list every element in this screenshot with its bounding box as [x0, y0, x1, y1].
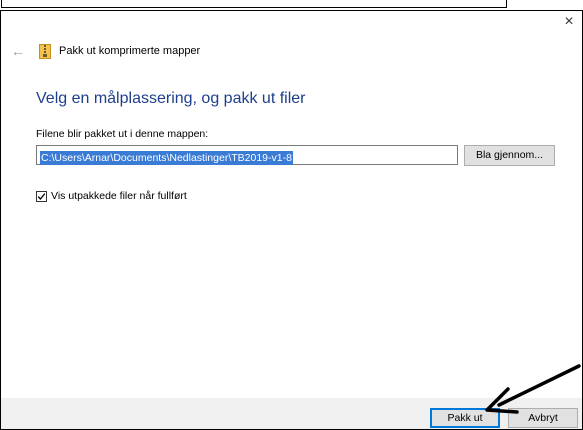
show-files-label: Vis utpakkede filer når fullført	[51, 190, 187, 202]
checkmark-icon	[37, 192, 46, 200]
previous-window-strip	[0, 0, 583, 10]
extract-dialog: × ← Pakk ut komprimerte mapper Velg en m…	[0, 10, 583, 430]
show-files-checkbox[interactable]	[36, 190, 47, 202]
dialog-footer: Pakk ut Avbryt	[1, 398, 582, 429]
extract-button[interactable]: Pakk ut	[430, 408, 500, 428]
browse-button[interactable]: Bla gjennom...	[464, 145, 555, 166]
back-button[interactable]: ←	[11, 43, 27, 59]
zip-folder-icon	[39, 44, 51, 59]
destination-path-value: C:\Users\Arnar\Documents\Nedlastinger\TB…	[40, 151, 293, 165]
destination-path-input[interactable]: C:\Users\Arnar\Documents\Nedlastinger\TB…	[36, 145, 458, 165]
destination-label: Filene blir pakket ut i denne mappen:	[36, 128, 209, 140]
cancel-button[interactable]: Avbryt	[508, 408, 578, 428]
show-files-option[interactable]: Vis utpakkede filer når fullført	[36, 189, 187, 203]
previous-window-edge	[1, 0, 507, 8]
page-heading: Velg en målplassering, og pakk ut filer	[36, 90, 306, 107]
close-icon: ×	[564, 13, 574, 30]
wizard-title: Pakk ut komprimerte mapper	[59, 45, 201, 57]
back-arrow-icon: ←	[11, 43, 25, 59]
close-button[interactable]: ×	[560, 13, 578, 31]
